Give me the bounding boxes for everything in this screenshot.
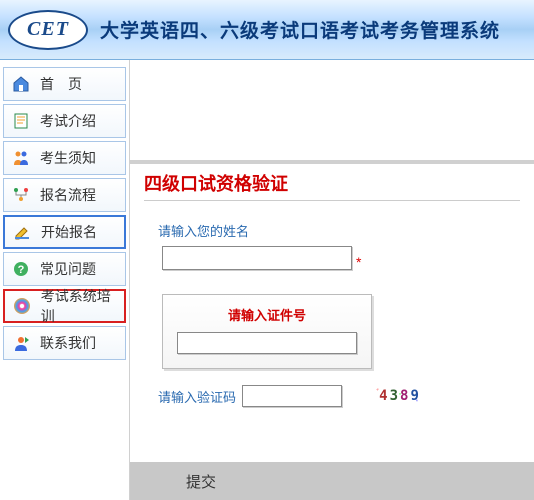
divider (130, 160, 534, 164)
sidebar-item-label: 联系我们 (40, 333, 96, 353)
logo: CET (8, 10, 88, 50)
sidebar-item-process[interactable]: 报名流程 (3, 178, 126, 212)
svg-text:?: ? (18, 264, 25, 276)
name-label: 请输入您的姓名 (158, 221, 534, 240)
people-icon (10, 147, 32, 169)
main-content: 四级口试资格验证 请输入您的姓名 * 请输入证件号 请输入验证码 4389 (130, 60, 534, 500)
flow-icon (10, 184, 32, 206)
header: CET 大学英语四、六级考试口语考试考务管理系统 (0, 0, 534, 60)
sidebar-item-label: 考试系统培训 (41, 286, 124, 326)
sidebar-item-contact[interactable]: 联系我们 (3, 326, 126, 360)
contact-icon (10, 332, 32, 354)
submit-button[interactable]: 提交 (186, 471, 216, 492)
name-input[interactable] (162, 246, 352, 270)
sidebar-item-home[interactable]: 首 页 (3, 67, 126, 101)
pencil-icon (11, 221, 33, 243)
form-title: 四级口试资格验证 (144, 170, 534, 196)
disc-icon (11, 295, 33, 317)
sidebar: 首 页 考试介绍 考生须知 报名流程 (0, 60, 130, 500)
captcha-image[interactable]: 4389 (372, 385, 428, 407)
id-box: 请输入证件号 (162, 294, 372, 369)
header-title: 大学英语四、六级考试口语考试考务管理系统 (100, 16, 500, 43)
sidebar-item-register[interactable]: 开始报名 (3, 215, 126, 249)
captcha-input[interactable] (242, 385, 342, 407)
sidebar-item-label: 开始报名 (41, 222, 97, 242)
document-icon (10, 110, 32, 132)
sidebar-item-label: 首 页 (40, 74, 82, 94)
question-icon: ? (10, 258, 32, 280)
sidebar-item-label: 考生须知 (40, 148, 96, 168)
sidebar-item-label: 报名流程 (40, 185, 96, 205)
sidebar-item-training[interactable]: 考试系统培训 (3, 289, 126, 323)
home-icon (10, 73, 32, 95)
sidebar-item-notice[interactable]: 考生须知 (3, 141, 126, 175)
submit-bar: 提交 (130, 462, 534, 500)
id-input[interactable] (177, 332, 357, 354)
sidebar-item-intro[interactable]: 考试介绍 (3, 104, 126, 138)
sidebar-item-label: 常见问题 (40, 259, 96, 279)
sidebar-item-label: 考试介绍 (40, 111, 96, 131)
id-label: 请输入证件号 (173, 305, 361, 324)
required-asterisk: * (356, 254, 361, 270)
captcha-label: 请输入验证码 (158, 387, 236, 406)
sidebar-item-faq[interactable]: ? 常见问题 (3, 252, 126, 286)
